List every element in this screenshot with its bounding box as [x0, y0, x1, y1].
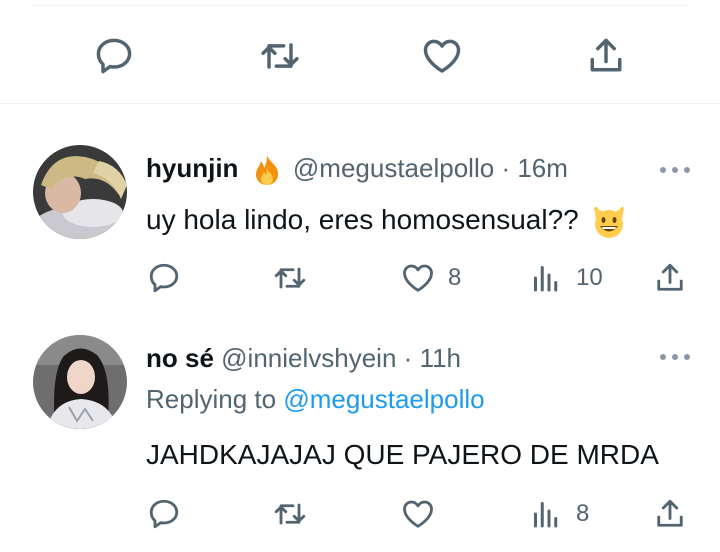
share-icon [657, 263, 683, 291]
reply-header: hyunjin @megustaelpollo · 16m [146, 152, 568, 186]
retweet-icon [274, 267, 306, 289]
more-dot [660, 167, 666, 173]
reply-header: no sé @innielvshyein · 11h [146, 342, 461, 374]
replying-to-label: Replying to [146, 384, 277, 414]
replying-to: Replying to @megustaelpollo [146, 383, 485, 415]
tweet-text: JAHDKAJAJAJ QUE PAJERO DE MRDA [146, 437, 659, 473]
like-icon [423, 39, 461, 73]
reply-icon [96, 38, 132, 74]
more-dot [672, 167, 678, 173]
reply-button[interactable] [146, 494, 182, 534]
views-button[interactable]: 10 [528, 258, 603, 298]
retweet-button[interactable] [272, 258, 308, 298]
reply-button[interactable] [146, 258, 182, 298]
main-tweet-actions [0, 30, 720, 86]
replying-to-link[interactable]: @megustaelpollo [283, 384, 484, 414]
avatar[interactable] [33, 335, 127, 429]
like-icon [403, 264, 433, 292]
timestamp[interactable]: 11h [420, 343, 461, 373]
more-dot [684, 167, 690, 173]
main-like-button[interactable] [416, 30, 468, 82]
section-divider [0, 103, 720, 104]
display-name[interactable]: no sé [146, 343, 214, 373]
tweet-text-content: JAHDKAJAJAJ QUE PAJERO DE MRDA [146, 439, 659, 470]
more-dot [684, 354, 690, 360]
reply-actions: 8 10 [0, 258, 720, 298]
retweet-icon [274, 503, 306, 525]
more-dot [660, 354, 666, 360]
top-divider [32, 5, 688, 6]
share-button[interactable] [652, 494, 688, 534]
reply-icon [149, 263, 179, 293]
separator: · [501, 153, 511, 183]
like-button[interactable]: 8 [400, 258, 461, 298]
main-share-button[interactable] [580, 30, 632, 82]
views-icon [534, 266, 558, 292]
like-count: 8 [448, 264, 462, 291]
display-name[interactable]: hyunjin [146, 153, 238, 183]
reply-actions: 8 [0, 494, 720, 534]
more-dot [672, 354, 678, 360]
user-handle[interactable]: @megustaelpollo [293, 153, 494, 183]
share-icon [657, 499, 683, 527]
tweet-text-content: uy hola lindo, eres homosensual?? [146, 204, 579, 235]
more-options-button[interactable] [660, 347, 690, 367]
fire-emoji-icon [252, 154, 282, 186]
retweet-icon [261, 43, 299, 69]
share-icon [590, 38, 622, 72]
views-button[interactable]: 8 [528, 494, 589, 534]
main-reply-button[interactable] [88, 30, 140, 82]
user-handle[interactable]: @innielvshyein [221, 343, 396, 373]
main-retweet-button[interactable] [254, 30, 306, 82]
view-count: 8 [576, 500, 590, 527]
share-button[interactable] [652, 258, 688, 298]
avatar[interactable] [33, 145, 127, 239]
timestamp[interactable]: 16m [517, 153, 568, 183]
like-button[interactable] [400, 494, 436, 534]
grinning-cat-emoji-icon [591, 204, 627, 240]
retweet-button[interactable] [272, 494, 308, 534]
like-icon [403, 500, 433, 528]
views-icon [534, 502, 558, 528]
view-count: 10 [576, 264, 603, 291]
tweet-text: uy hola lindo, eres homosensual?? [146, 202, 627, 240]
reply-icon [149, 499, 179, 529]
more-options-button[interactable] [660, 160, 690, 180]
separator: · [403, 343, 413, 373]
